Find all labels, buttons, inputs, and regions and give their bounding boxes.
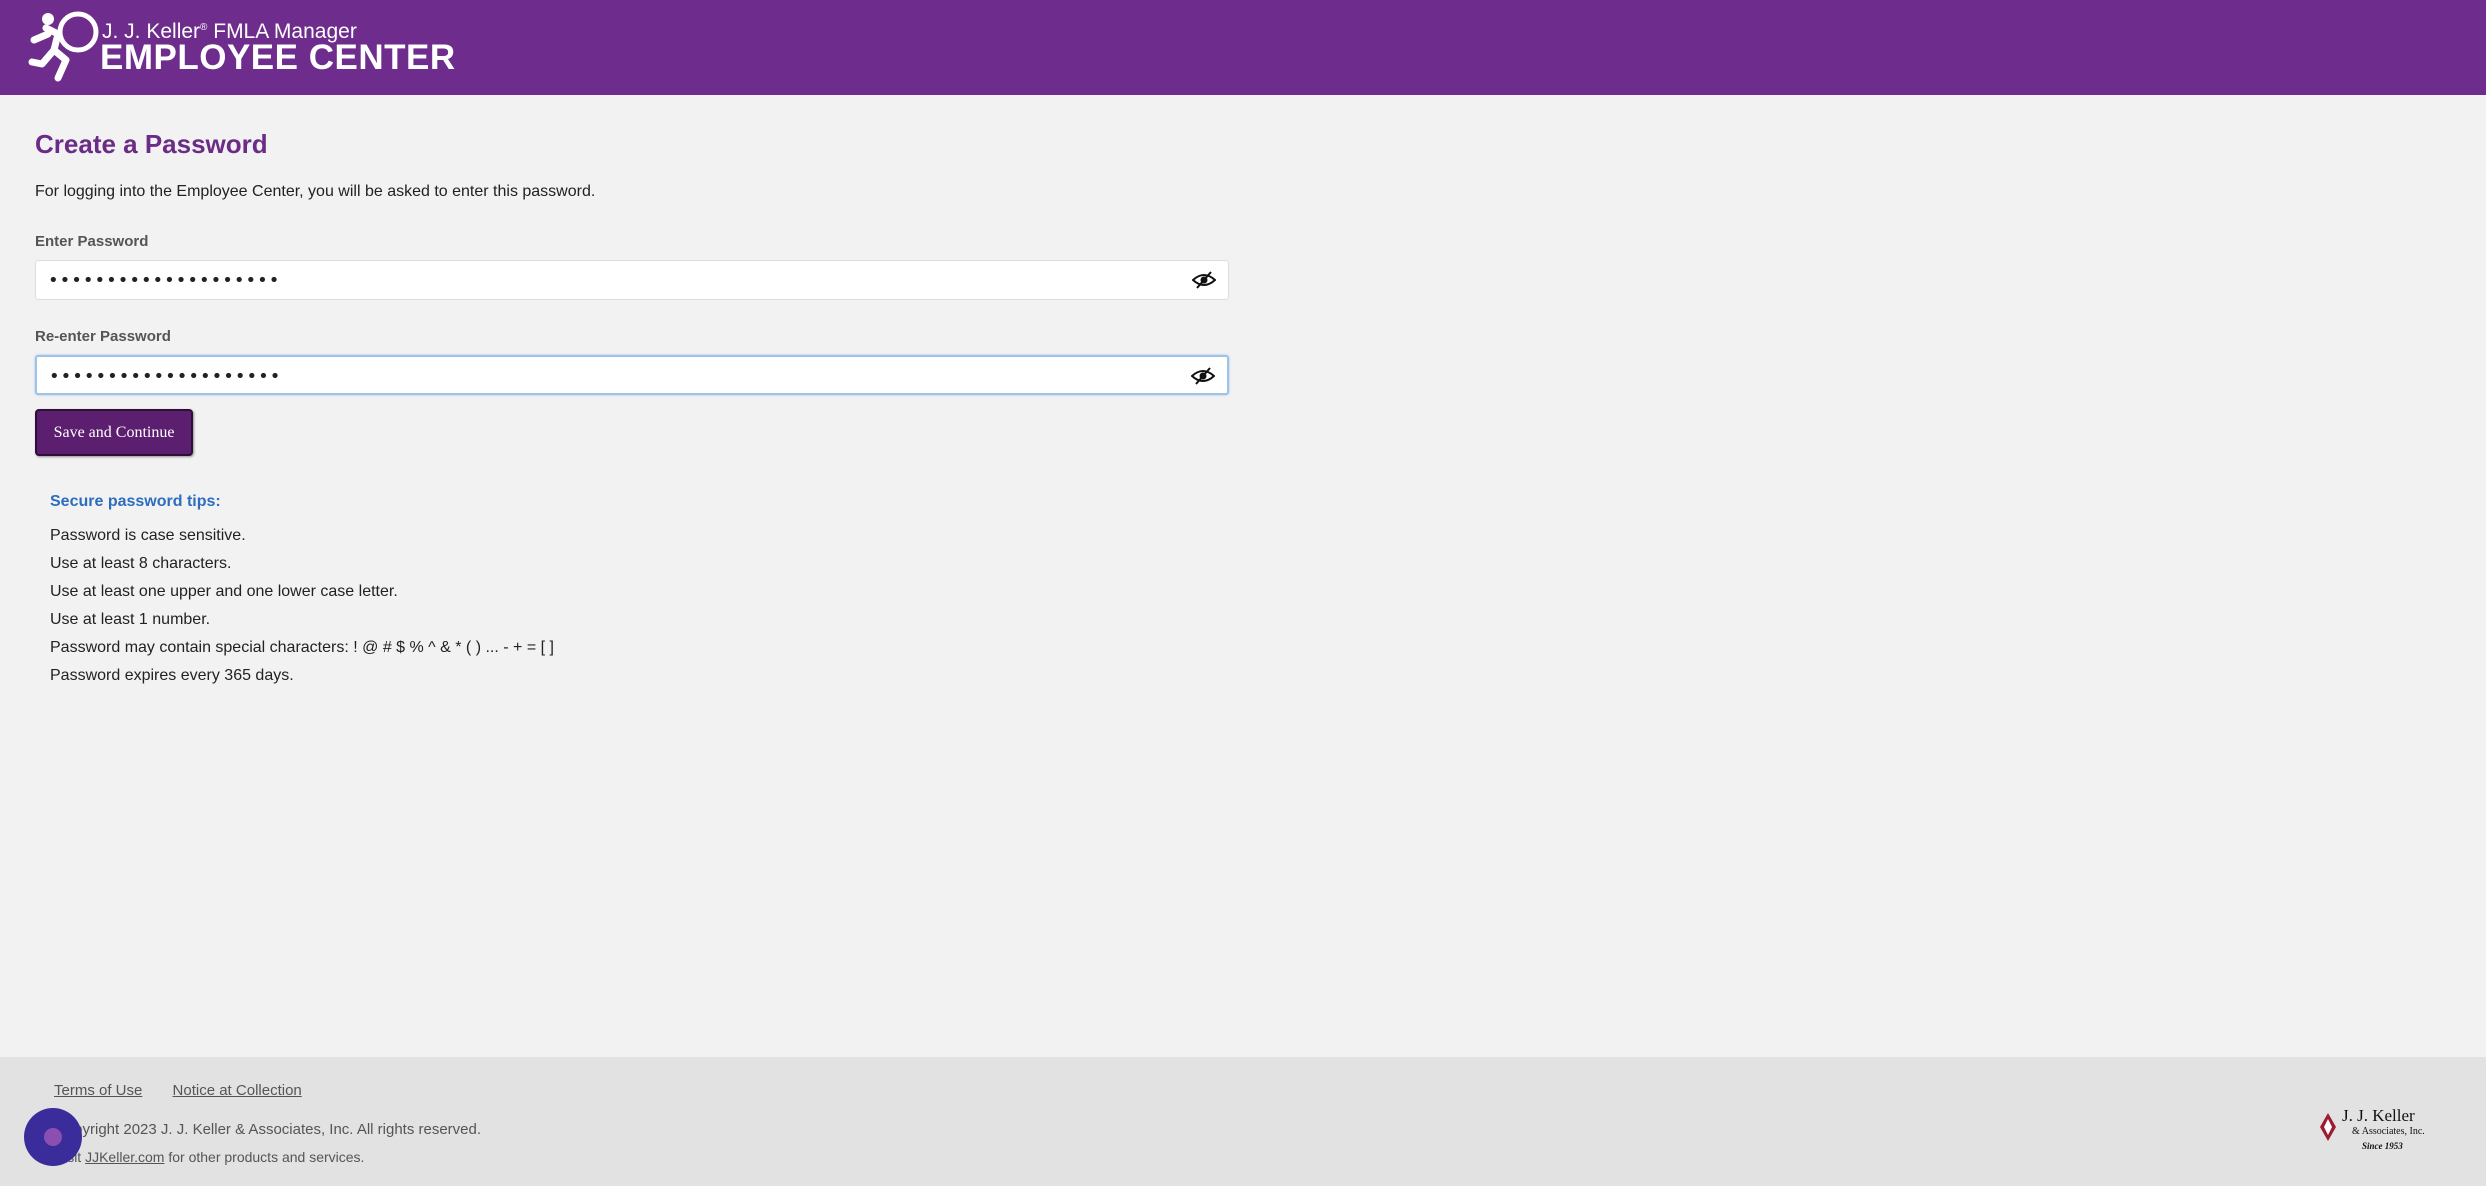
tip-item: Use at least 8 characters. xyxy=(50,555,232,572)
password-label: Enter Password xyxy=(35,233,149,250)
running-figure-logo-icon xyxy=(28,11,99,82)
save-and-continue-button[interactable]: Save and Continue xyxy=(35,409,193,456)
chat-icon xyxy=(44,1128,62,1146)
copyright-text: Copyright 2023 J. J. Keller & Associates… xyxy=(55,1121,482,1138)
page-title: Create a Password xyxy=(35,129,268,159)
eye-slash-icon[interactable] xyxy=(1191,367,1215,385)
header: J. J. Keller® FMLA Manager EMPLOYEE CENT… xyxy=(0,0,2486,95)
tip-item: Password expires every 365 days. xyxy=(50,667,294,684)
jj-keller-logo: J. J. Keller & Associates, Inc. Since 19… xyxy=(2320,1106,2425,1151)
svg-text:& Associates, Inc.: & Associates, Inc. xyxy=(2352,1126,2425,1137)
reenter-password-label: Re-enter Password xyxy=(35,328,171,345)
brand-title: EMPLOYEE CENTER xyxy=(100,38,456,77)
reenter-password-input[interactable] xyxy=(49,364,1169,388)
password-tips: Secure password tips: Password is case s… xyxy=(50,493,554,690)
svg-text:Since 1953: Since 1953 xyxy=(2362,1141,2403,1151)
footer-links: Terms of Use Notice at Collection xyxy=(54,1082,328,1099)
password-field[interactable] xyxy=(35,260,1229,300)
tips-title: Secure password tips: xyxy=(50,493,221,510)
footer: Terms of Use Notice at Collection Copyri… xyxy=(0,1057,2486,1186)
visit-text: Visit JJKeller.com for other products an… xyxy=(55,1149,365,1165)
tip-item: Password is case sensitive. xyxy=(50,527,246,544)
jjkeller-link[interactable]: JJKeller.com xyxy=(85,1149,164,1165)
tip-item: Password may contain special characters:… xyxy=(50,639,554,656)
password-input[interactable] xyxy=(48,268,1168,292)
intro-text: For logging into the Employee Center, yo… xyxy=(35,183,596,200)
chat-launcher-button[interactable] xyxy=(24,1108,82,1166)
tip-item: Use at least 1 number. xyxy=(50,611,211,628)
notice-at-collection-link[interactable]: Notice at Collection xyxy=(173,1082,302,1099)
eye-slash-icon[interactable] xyxy=(1192,271,1216,289)
svg-text:J. J. Keller: J. J. Keller xyxy=(2342,1106,2415,1125)
reenter-password-field[interactable] xyxy=(35,355,1229,395)
terms-of-use-link[interactable]: Terms of Use xyxy=(54,1082,142,1099)
tip-item: Use at least one upper and one lower cas… xyxy=(50,583,398,600)
